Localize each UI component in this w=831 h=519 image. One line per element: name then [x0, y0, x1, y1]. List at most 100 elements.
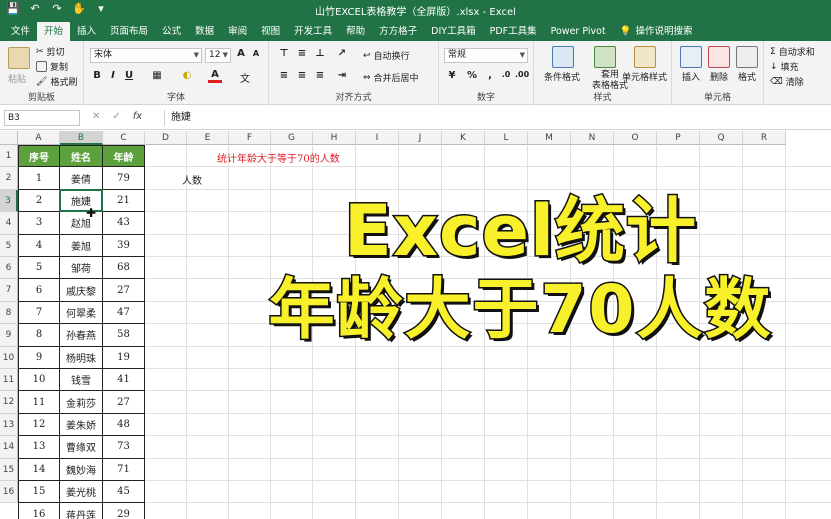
column-header-i[interactable]: I	[356, 131, 399, 145]
tab-developer[interactable]: 开发工具	[287, 22, 339, 41]
table-cell[interactable]: 魏妙海	[60, 458, 103, 481]
table-cell[interactable]: 何翠柔	[60, 301, 103, 325]
format-painter-button[interactable]: 🖌 格式刷	[36, 75, 77, 89]
format-cells-icon[interactable]	[736, 46, 758, 68]
table-cell[interactable]: 戚庆黎	[60, 279, 103, 302]
row-header-4[interactable]: 4	[0, 212, 18, 235]
table-cell[interactable]: 79	[103, 167, 145, 190]
column-header-f[interactable]: F	[229, 131, 271, 145]
column-header-g[interactable]: G	[271, 131, 313, 145]
cell-styles-icon[interactable]	[634, 46, 656, 68]
count-label[interactable]: 人数	[182, 172, 202, 187]
format-cells-button[interactable]: 格式	[738, 70, 756, 83]
shrink-font-icon[interactable]: A	[249, 49, 263, 58]
tab-diy-toolbox[interactable]: DIY工具箱	[424, 22, 482, 41]
column-header-q[interactable]: Q	[700, 131, 743, 145]
table-cell[interactable]: 14	[18, 458, 60, 481]
paste-button[interactable]: 粘贴	[8, 72, 26, 85]
table-cell[interactable]: 施婕	[60, 189, 103, 213]
orientation-icon[interactable]: ↗	[335, 48, 349, 59]
tab-formulas[interactable]: 公式	[155, 22, 188, 41]
percent-icon[interactable]: %	[465, 70, 479, 81]
column-header-h[interactable]: H	[313, 131, 356, 145]
column-header-e[interactable]: E	[187, 131, 229, 145]
table-cell[interactable]: 9	[18, 346, 60, 369]
column-header-j[interactable]: J	[399, 131, 442, 145]
table-cell[interactable]: 73	[103, 436, 145, 459]
tab-data[interactable]: 数据	[188, 22, 221, 41]
font-name-combo[interactable]: 宋体 ▼	[90, 48, 202, 63]
italic-icon[interactable]: I	[106, 70, 120, 81]
column-header-b[interactable]: B	[60, 131, 103, 145]
wrap-text-button[interactable]: ↩ 自动换行	[363, 49, 410, 63]
tab-power-pivot[interactable]: Power Pivot	[544, 22, 613, 41]
cut-button[interactable]: ✂ 剪切	[36, 45, 65, 59]
tab-fangfang[interactable]: 方方格子	[372, 22, 424, 41]
align-top-icon[interactable]: ⊤	[277, 48, 291, 59]
column-header-n[interactable]: N	[571, 131, 614, 145]
column-header-r[interactable]: R	[743, 131, 786, 145]
tab-view[interactable]: 视图	[254, 22, 287, 41]
copy-button[interactable]: 复制	[36, 60, 68, 73]
row-header-6[interactable]: 6	[0, 257, 18, 280]
column-header-p[interactable]: P	[657, 131, 700, 145]
table-cell[interactable]: 16	[18, 503, 60, 519]
tab-review[interactable]: 审阅	[221, 22, 254, 41]
align-bottom-icon[interactable]: ⊥	[313, 48, 327, 59]
fx-icon[interactable]: fx	[133, 111, 142, 122]
undo-icon[interactable]: ↶	[28, 2, 42, 16]
font-color-icon[interactable]: A	[208, 69, 222, 83]
underline-icon[interactable]: U	[122, 70, 136, 81]
table-cell[interactable]: 27	[103, 391, 145, 414]
name-box[interactable]: B3	[4, 110, 80, 126]
table-cell[interactable]: 蒋丹莲	[60, 503, 103, 519]
table-cell[interactable]: 5	[18, 257, 60, 280]
table-cell[interactable]: 8	[18, 324, 60, 347]
touch-mode-icon[interactable]: ✋	[72, 2, 86, 16]
table-cell[interactable]: 29	[103, 503, 145, 519]
redo-icon[interactable]: ↷	[50, 2, 64, 16]
row-header-12[interactable]: 12	[0, 391, 18, 414]
column-header-l[interactable]: L	[485, 131, 528, 145]
comma-icon[interactable]: ,	[483, 70, 497, 81]
tell-me-search[interactable]: 💡 操作说明搜索	[613, 22, 700, 41]
row-header-3[interactable]: 3	[0, 189, 18, 213]
table-cell[interactable]: 41	[103, 369, 145, 392]
table-cell[interactable]: 27	[103, 279, 145, 302]
insert-cells-button[interactable]: 插入	[682, 70, 700, 83]
autosum-button[interactable]: Σ 自动求和	[770, 45, 815, 59]
row-header-15[interactable]: 15	[0, 458, 18, 481]
fill-color-icon[interactable]: ◐	[180, 70, 194, 81]
cancel-icon[interactable]: ✕	[92, 111, 100, 122]
table-cell[interactable]: 钱雪	[60, 369, 103, 392]
customize-qat-icon[interactable]: ▾	[94, 2, 108, 16]
grow-font-icon[interactable]: A	[234, 48, 248, 59]
table-cell[interactable]: 39	[103, 234, 145, 257]
table-cell[interactable]: 孙春燕	[60, 324, 103, 347]
table-cell[interactable]: 姜旭	[60, 234, 103, 257]
format-as-table-icon[interactable]	[594, 46, 616, 68]
phonetic-icon[interactable]: 文	[238, 70, 252, 85]
column-header-k[interactable]: K	[442, 131, 485, 145]
tab-insert[interactable]: 插入	[70, 22, 103, 41]
table-cell[interactable]: 68	[103, 257, 145, 280]
currency-icon[interactable]: ¥	[445, 70, 459, 81]
table-cell[interactable]: 金莉莎	[60, 391, 103, 414]
row-header-11[interactable]: 11	[0, 369, 18, 392]
row-header-16[interactable]: 16	[0, 481, 18, 504]
table-cell[interactable]: 姜倩	[60, 167, 103, 190]
table-header-cell[interactable]: 序号	[18, 145, 60, 168]
table-cell[interactable]: 12	[18, 413, 60, 437]
tab-file[interactable]: 文件	[4, 22, 37, 41]
row-header-14[interactable]: 14	[0, 436, 18, 459]
table-cell[interactable]: 姜光桃	[60, 481, 103, 504]
table-cell[interactable]: 43	[103, 212, 145, 235]
table-cell[interactable]: 赵旭	[60, 212, 103, 235]
row-header-10[interactable]: 10	[0, 346, 18, 369]
tab-pdf-tools[interactable]: PDF工具集	[483, 22, 544, 41]
table-cell[interactable]: 曹缘双	[60, 436, 103, 459]
increase-decimal-icon[interactable]: .0	[499, 70, 513, 79]
table-cell[interactable]: 姜朱娇	[60, 413, 103, 437]
bold-icon[interactable]: B	[90, 70, 104, 81]
table-cell[interactable]: 10	[18, 369, 60, 392]
